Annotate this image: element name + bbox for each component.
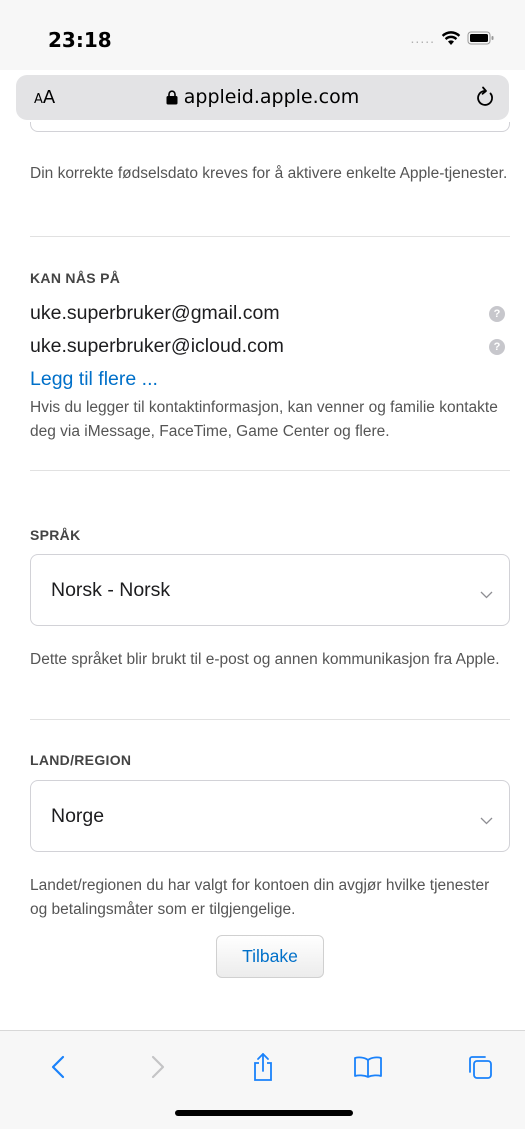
status-bar: 23:18 .....: [0, 0, 525, 70]
share-icon[interactable]: [245, 1049, 281, 1085]
reachable-at-help-text: Hvis du legger til kontaktinformasjon, k…: [30, 399, 498, 440]
tabs-icon[interactable]: [462, 1049, 498, 1085]
birthdate-field[interactable]: [30, 122, 510, 132]
language-select[interactable]: Norsk - Norsk: [30, 554, 510, 626]
country-label: LAND/REGION: [30, 752, 132, 768]
divider: [30, 236, 510, 237]
home-indicator: [175, 1110, 353, 1116]
language-selected-value: Norsk - Norsk: [51, 579, 171, 601]
email-row: uke.superbruker@icloud.com ?: [30, 335, 505, 358]
url-field[interactable]: appleid.apple.com: [16, 86, 509, 110]
reachable-at-label: KAN NÅS PÅ: [30, 270, 121, 286]
chevron-down-icon: [480, 812, 493, 830]
battery-icon: [467, 31, 495, 45]
add-more-link[interactable]: Legg til flere ...: [30, 368, 158, 391]
address-bar[interactable]: AA appleid.apple.com: [16, 75, 509, 120]
language-help-text: Dette språket blir brukt til e-post og a…: [30, 651, 500, 668]
email-row: uke.superbruker@gmail.com ?: [30, 302, 505, 325]
divider: [30, 470, 510, 471]
url-text: appleid.apple.com: [183, 86, 360, 108]
back-icon[interactable]: [40, 1049, 76, 1085]
wifi-icon: [441, 30, 461, 46]
reload-icon[interactable]: [475, 85, 497, 114]
divider: [30, 719, 510, 720]
signal-icon: .....: [410, 30, 435, 46]
status-time: 23:18: [48, 28, 112, 52]
help-icon[interactable]: ?: [489, 338, 505, 355]
status-icons: .....: [411, 30, 495, 46]
email-text: uke.superbruker@gmail.com: [30, 302, 280, 324]
country-select[interactable]: Norge: [30, 780, 510, 852]
email-text: uke.superbruker@icloud.com: [30, 335, 284, 357]
birthdate-help-text: Din korrekte fødselsdato kreves for å ak…: [30, 165, 508, 182]
language-label: SPRÅK: [30, 527, 81, 543]
lock-icon: [166, 88, 178, 110]
bookmarks-icon[interactable]: [350, 1049, 386, 1085]
country-selected-value: Norge: [51, 805, 105, 827]
forward-icon[interactable]: [140, 1049, 176, 1085]
chevron-down-icon: [480, 586, 493, 604]
country-help-text: Landet/regionen du har valgt for kontoen…: [30, 877, 490, 918]
back-button[interactable]: Tilbake: [216, 935, 324, 978]
help-icon[interactable]: ?: [489, 305, 505, 322]
